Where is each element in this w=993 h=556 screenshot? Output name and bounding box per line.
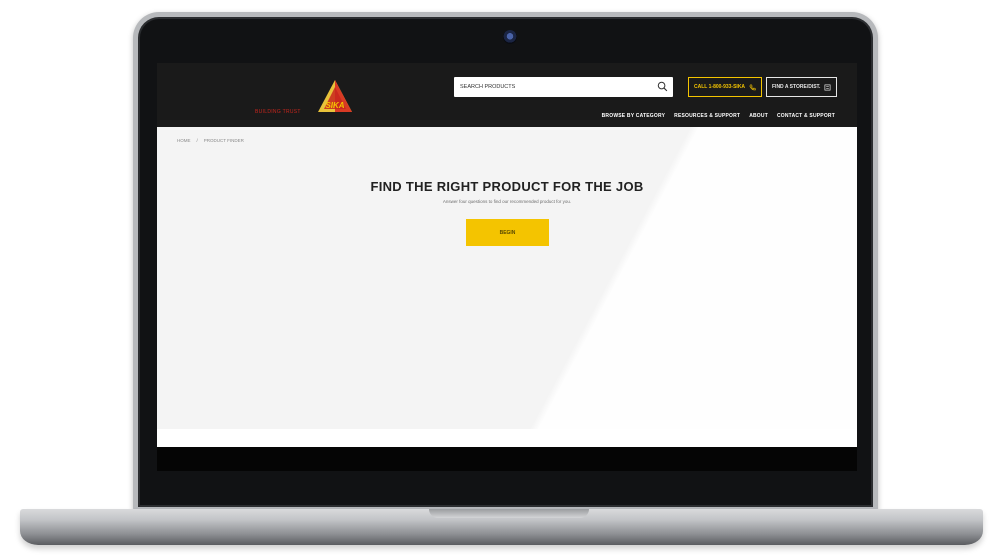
screen-reflection: [157, 127, 857, 429]
begin-button[interactable]: BEGIN: [466, 219, 549, 246]
screen-bezel-bottom: [157, 447, 857, 471]
phone-icon: [749, 84, 756, 90]
laptop-screen: BUILDING TRUST SIKA CALL 1-800-933-SIKA …: [157, 63, 857, 471]
nav-browse-by-category[interactable]: BROWSE BY CATEGORY: [602, 113, 666, 119]
nav-contact-support[interactable]: CONTACT & SUPPORT: [777, 113, 835, 119]
breadcrumb: HOME / PRODUCT FINDER: [177, 138, 244, 143]
site-header: BUILDING TRUST SIKA CALL 1-800-933-SIKA …: [157, 63, 857, 127]
find-store-label: FIND A STORE/DIST.: [772, 84, 821, 90]
webcam-icon: [503, 30, 517, 44]
call-button-label: CALL 1-800-933-SIKA: [694, 84, 746, 90]
location-icon: [824, 84, 831, 90]
search-input[interactable]: [460, 80, 650, 94]
nav-about[interactable]: ABOUT: [749, 113, 768, 119]
call-button[interactable]: CALL 1-800-933-SIKA: [688, 77, 763, 97]
laptop-notch: [429, 509, 589, 518]
sika-logo[interactable]: SIKA: [317, 79, 353, 113]
logo-text: SIKA: [325, 101, 344, 110]
page-subtitle: Answer four questions to find our recomm…: [442, 199, 572, 204]
search-icon[interactable]: [657, 81, 668, 92]
breadcrumb-home[interactable]: HOME: [177, 138, 191, 143]
search-bar[interactable]: [454, 77, 673, 97]
main-content: HOME / PRODUCT FINDER FIND THE RIGHT PRO…: [157, 127, 857, 429]
main-nav: BROWSE BY CATEGORY RESOURCES & SUPPORT A…: [602, 113, 835, 119]
find-store-button[interactable]: FIND A STORE/DIST.: [766, 77, 838, 97]
page-title: FIND THE RIGHT PRODUCT FOR THE JOB: [370, 179, 644, 194]
nav-resources-support[interactable]: RESOURCES & SUPPORT: [674, 113, 740, 119]
breadcrumb-current: PRODUCT FINDER: [203, 138, 244, 143]
footer-band: [157, 429, 857, 447]
brand-tagline: BUILDING TRUST: [255, 109, 301, 115]
breadcrumb-separator: /: [196, 138, 198, 143]
